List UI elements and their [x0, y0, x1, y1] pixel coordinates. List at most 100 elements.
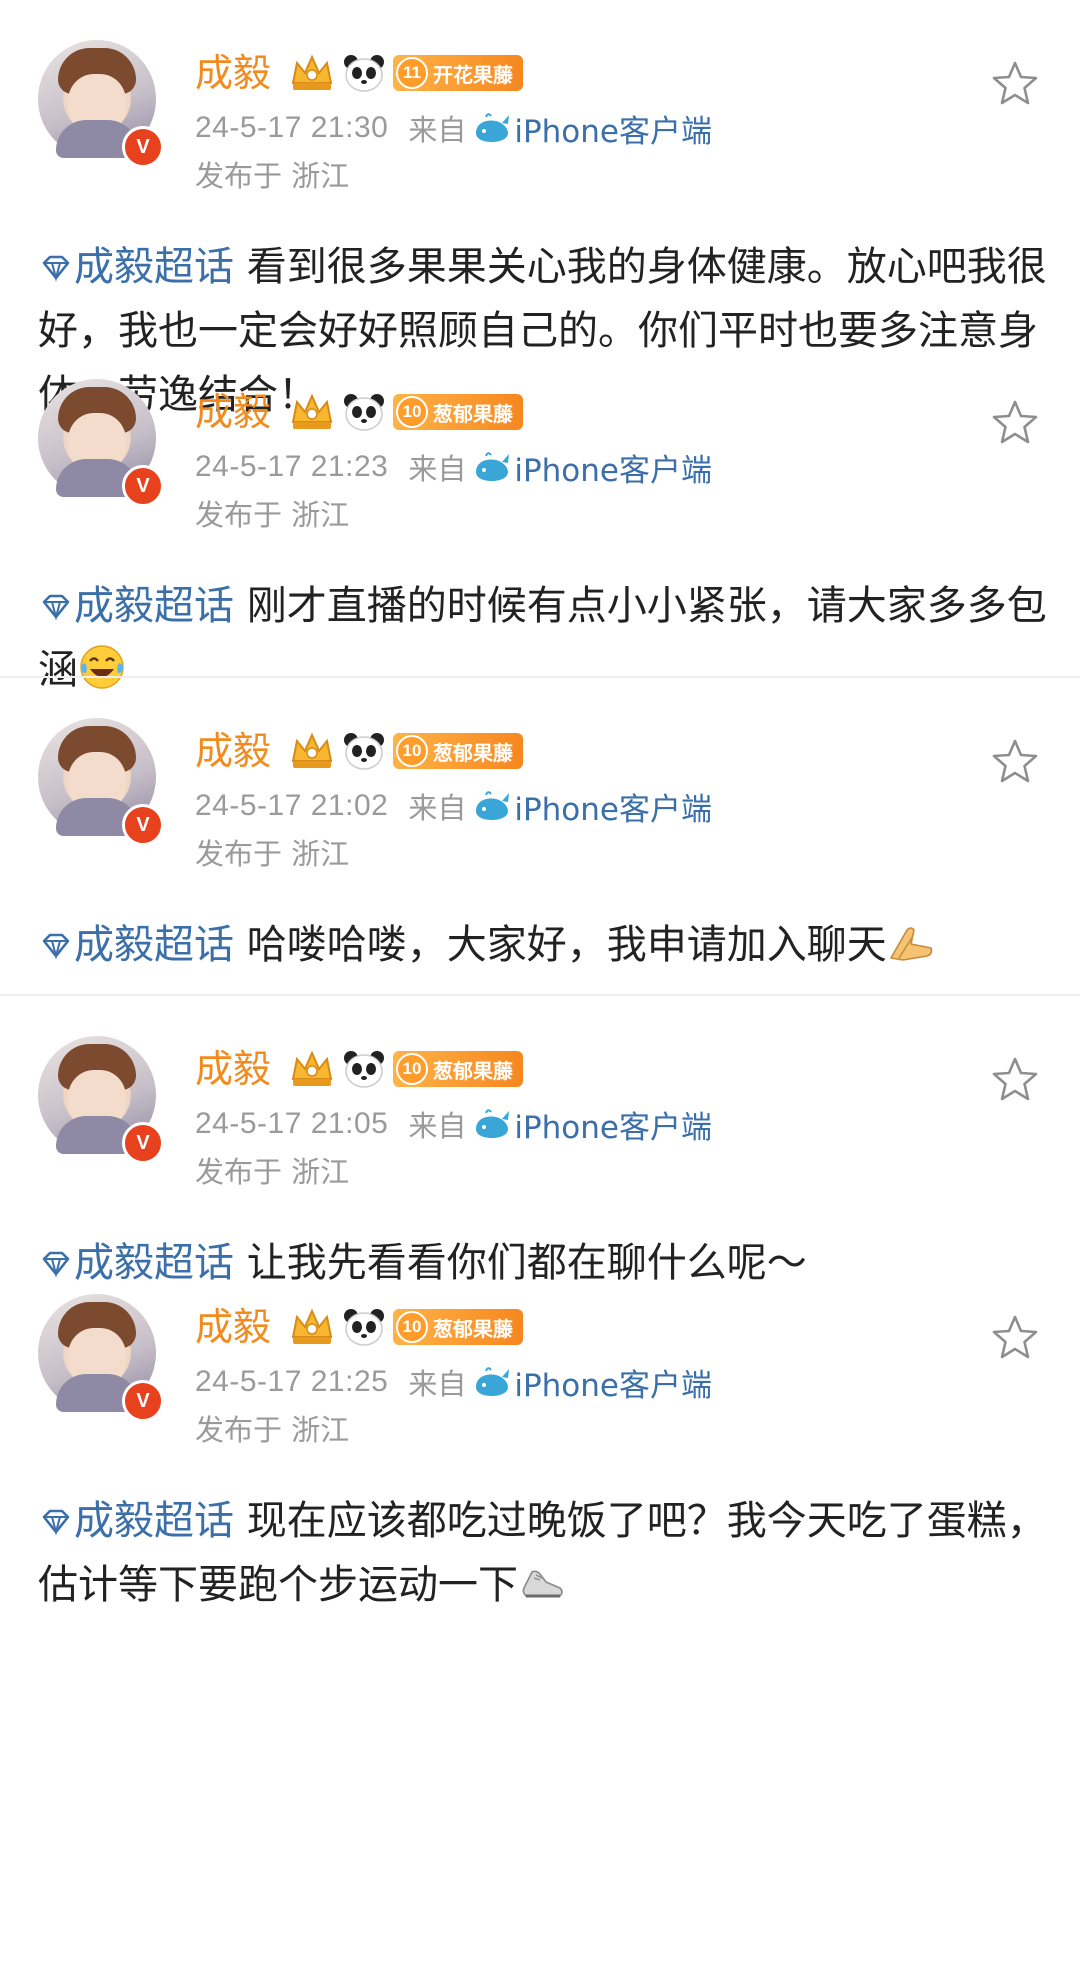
panda-icon — [344, 733, 385, 770]
client-link[interactable]: iPhone客户端 — [514, 784, 712, 829]
fan-level-number: 10 — [396, 1053, 429, 1085]
favorite-star-icon[interactable] — [990, 397, 1040, 447]
crown-icon — [289, 1049, 335, 1089]
source-prefix: 来自 — [408, 1109, 467, 1143]
favorite-star-icon[interactable] — [990, 1054, 1040, 1104]
post-content: 成毅超话 让我先看看你们都在聊什么呢～ — [38, 1231, 1048, 1295]
super-topic-label: 成毅超话 — [74, 244, 234, 290]
source-prefix: 来自 — [408, 452, 467, 486]
whale-icon — [476, 1109, 510, 1138]
super-topic-link[interactable]: 成毅超话 — [38, 1240, 234, 1286]
fan-level-badge[interactable]: 10 葱郁果藤 — [393, 394, 524, 430]
whale-icon — [476, 791, 510, 820]
client-link[interactable]: iPhone客户端 — [514, 1102, 712, 1147]
palms-together-emoji-icon — [889, 927, 933, 961]
verified-badge-icon: V — [122, 1122, 164, 1164]
post-time: 24-5-17 21:30 — [195, 111, 389, 144]
verified-badge-icon: V — [122, 465, 164, 507]
favorite-star-icon[interactable] — [990, 58, 1040, 108]
post-content: 成毅超话 看到很多果果关心我的身体健康。放心吧我很好，我也一定会好好照顾自己的。… — [38, 235, 1048, 427]
fan-level-number: 10 — [396, 396, 429, 428]
crown-icon — [289, 1307, 335, 1347]
whale-icon — [476, 113, 510, 142]
diamond-topic-icon — [42, 1509, 70, 1536]
fan-level-number: 10 — [396, 1311, 429, 1343]
avatar[interactable]: V — [38, 40, 164, 168]
user-name[interactable]: 成毅 — [195, 728, 271, 774]
fan-level-label: 葱郁果藤 — [433, 740, 514, 765]
diamond-topic-icon — [42, 1251, 70, 1278]
super-topic-label: 成毅超话 — [74, 1498, 234, 1544]
fan-level-number: 11 — [396, 57, 429, 89]
diamond-topic-icon — [42, 933, 70, 960]
super-topic-link[interactable]: 成毅超话 — [38, 583, 234, 629]
super-topic-link[interactable]: 成毅超话 — [38, 244, 234, 290]
avatar[interactable]: V — [38, 718, 164, 846]
running-shoe-emoji-icon — [522, 1570, 563, 1598]
avatar[interactable]: V — [38, 379, 164, 507]
diamond-topic-icon — [42, 594, 70, 621]
post-meta: 24-5-17 21:23 来自 iPhone客户端 — [195, 445, 712, 489]
verified-badge-icon: V — [122, 1380, 164, 1422]
panda-icon — [344, 55, 385, 92]
post-content: 成毅超话 现在应该都吃过晚饭了吧？我今天吃了蛋糕，估计等下要跑个步运动一下 — [38, 1489, 1048, 1617]
source-prefix: 来自 — [408, 113, 467, 147]
fan-level-label: 葱郁果藤 — [433, 401, 514, 426]
client-link[interactable]: iPhone客户端 — [514, 106, 712, 151]
name-row: 成毅 10 葱郁果藤 — [195, 728, 524, 774]
client-link[interactable]: iPhone客户端 — [514, 445, 712, 490]
post-time: 24-5-17 21:23 — [195, 450, 389, 483]
super-topic-label: 成毅超话 — [74, 922, 234, 968]
fan-level-number: 10 — [396, 735, 429, 767]
fan-level-label: 开花果藤 — [433, 62, 514, 87]
panda-icon — [344, 1309, 385, 1346]
name-row: 成毅 10 葱郁果藤 — [195, 389, 524, 435]
client-link[interactable]: iPhone客户端 — [514, 1360, 712, 1405]
fan-level-badge[interactable]: 11 开花果藤 — [393, 55, 524, 91]
whale-icon — [476, 1367, 510, 1396]
post-meta: 24-5-17 21:30 来自 iPhone客户端 — [195, 106, 712, 150]
super-topic-link[interactable]: 成毅超话 — [38, 922, 234, 968]
name-row: 成毅 10 葱郁果藤 — [195, 1304, 524, 1350]
crown-icon — [289, 731, 335, 771]
post-content: 成毅超话 刚才直播的时候有点小小紧张，请大家多多包涵 — [38, 574, 1048, 702]
post-time: 24-5-17 21:05 — [195, 1107, 389, 1140]
user-name[interactable]: 成毅 — [195, 1304, 271, 1350]
avatar[interactable]: V — [38, 1036, 164, 1164]
avatar[interactable]: V — [38, 1294, 164, 1422]
crown-icon — [289, 392, 335, 432]
panda-icon — [344, 394, 385, 431]
post-meta: 24-5-17 21:25 来自 iPhone客户端 — [195, 1360, 712, 1404]
fan-level-badge[interactable]: 10 葱郁果藤 — [393, 1051, 524, 1087]
panda-icon — [344, 1051, 385, 1088]
post-time: 24-5-17 21:25 — [195, 1365, 389, 1398]
favorite-star-icon[interactable] — [990, 736, 1040, 786]
post-location: 发布于 浙江 — [195, 1155, 350, 1189]
verified-badge-icon: V — [122, 804, 164, 846]
post-time: 24-5-17 21:02 — [195, 789, 389, 822]
post-location: 发布于 浙江 — [195, 837, 350, 871]
post-location: 发布于 浙江 — [195, 498, 350, 532]
verified-badge-icon: V — [122, 126, 164, 168]
fan-level-label: 葱郁果藤 — [433, 1058, 514, 1083]
fan-level-badge[interactable]: 10 葱郁果藤 — [393, 733, 524, 769]
user-name[interactable]: 成毅 — [195, 50, 271, 96]
fan-level-badge[interactable]: 10 葱郁果藤 — [393, 1309, 524, 1345]
whale-icon — [476, 452, 510, 481]
section-divider — [0, 994, 1080, 996]
user-name[interactable]: 成毅 — [195, 1046, 271, 1092]
name-row: 成毅 11 开花果藤 — [195, 50, 524, 96]
super-topic-label: 成毅超话 — [74, 583, 234, 629]
section-divider — [0, 676, 1080, 678]
post-meta: 24-5-17 21:05 来自 iPhone客户端 — [195, 1102, 712, 1146]
user-name[interactable]: 成毅 — [195, 389, 271, 435]
diamond-topic-icon — [42, 255, 70, 282]
post-content: 成毅超话 哈喽哈喽，大家好，我申请加入聊天 — [38, 913, 1048, 977]
favorite-star-icon[interactable] — [990, 1312, 1040, 1362]
source-prefix: 来自 — [408, 791, 467, 825]
super-topic-link[interactable]: 成毅超话 — [38, 1498, 234, 1544]
post-text: 哈喽哈喽，大家好，我申请加入聊天 — [234, 922, 887, 968]
name-row: 成毅 10 葱郁果藤 — [195, 1046, 524, 1092]
post-text: 让我先看看你们都在聊什么呢～ — [234, 1240, 807, 1286]
crown-icon — [289, 53, 335, 93]
